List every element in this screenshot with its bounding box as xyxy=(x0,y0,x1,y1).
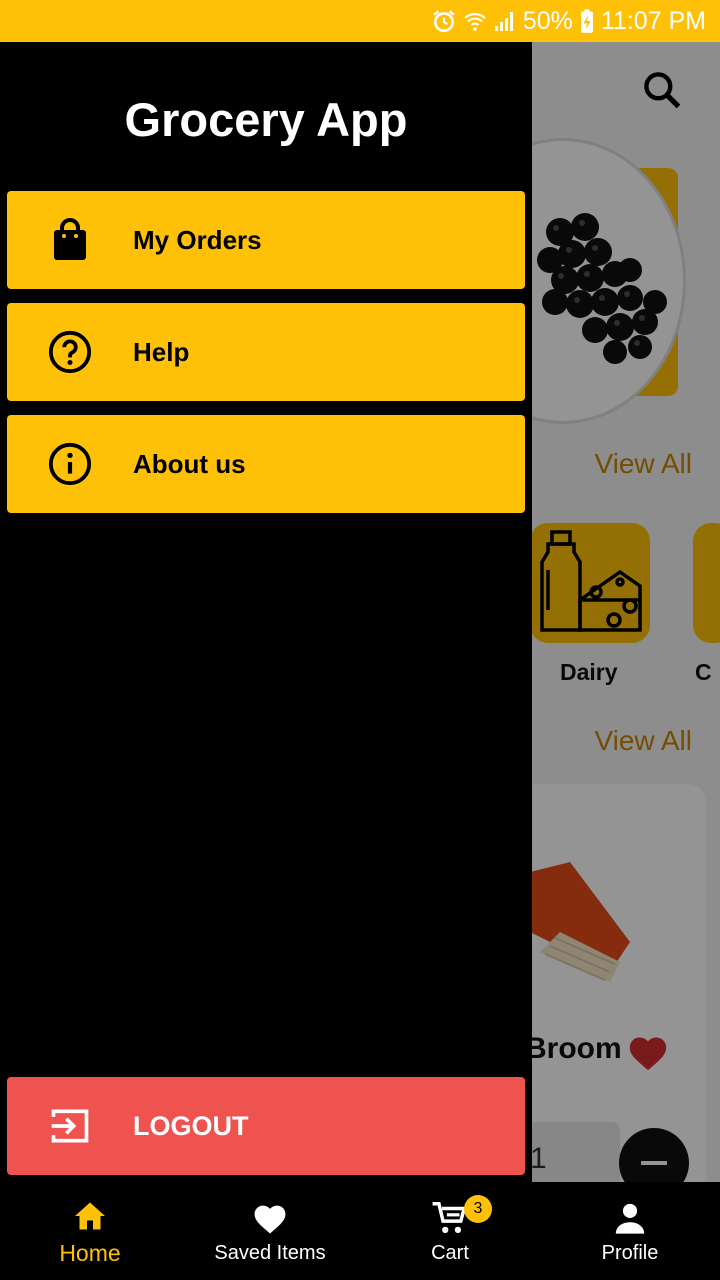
nav-label: Home xyxy=(59,1239,121,1266)
nav-label: Cart xyxy=(431,1241,469,1264)
signal-icon xyxy=(494,12,513,31)
alarm-icon xyxy=(433,10,455,33)
drawer-title: Grocery App xyxy=(124,93,408,146)
heart-icon xyxy=(250,1198,290,1238)
drawer-item-label: My Orders xyxy=(133,224,262,255)
logout-button[interactable]: LOGOUT xyxy=(7,1077,525,1175)
drawer-item-label: Help xyxy=(133,336,190,367)
drawer-item-label: About us xyxy=(133,448,246,479)
nav-saved-items[interactable]: Saved Items xyxy=(180,1182,360,1280)
nav-profile[interactable]: Profile xyxy=(540,1182,720,1280)
nav-label: Profile xyxy=(601,1241,659,1264)
clock: 11:07 PM xyxy=(600,6,706,35)
battery-charging-icon xyxy=(580,9,593,33)
info-circle-icon xyxy=(7,415,133,513)
drawer-item-about-us[interactable]: About us xyxy=(7,415,525,513)
cart-badge: 3 xyxy=(464,1195,492,1223)
nav-label: Saved Items xyxy=(214,1241,326,1264)
help-circle-icon xyxy=(7,303,133,401)
home-icon xyxy=(70,1196,110,1236)
person-icon xyxy=(610,1198,650,1238)
drawer-item-help[interactable]: Help xyxy=(7,303,525,401)
navigation-drawer: Grocery App My Orders Help About us LOGO… xyxy=(0,42,532,1182)
nav-home[interactable]: Home xyxy=(0,1182,180,1280)
shopping-bag-icon xyxy=(7,191,133,289)
drawer-item-my-orders[interactable]: My Orders xyxy=(7,191,525,289)
wifi-icon xyxy=(464,13,486,31)
battery-percentage: 50% xyxy=(522,6,573,35)
logout-label: LOGOUT xyxy=(133,1110,249,1141)
nav-cart[interactable]: 3 Cart xyxy=(360,1182,540,1280)
logout-icon xyxy=(7,1077,133,1175)
bottom-navigation: Home Saved Items 3 Cart Profile xyxy=(0,1182,720,1280)
status-bar: 50% 11:07 PM xyxy=(0,0,720,42)
